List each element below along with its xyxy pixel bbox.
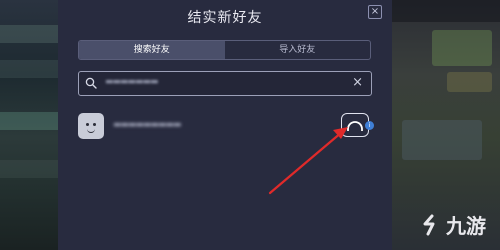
watermark-text: 九游 [446, 214, 486, 238]
jiuyou-logo-icon [420, 214, 440, 236]
watermark: 九游 [420, 210, 486, 239]
